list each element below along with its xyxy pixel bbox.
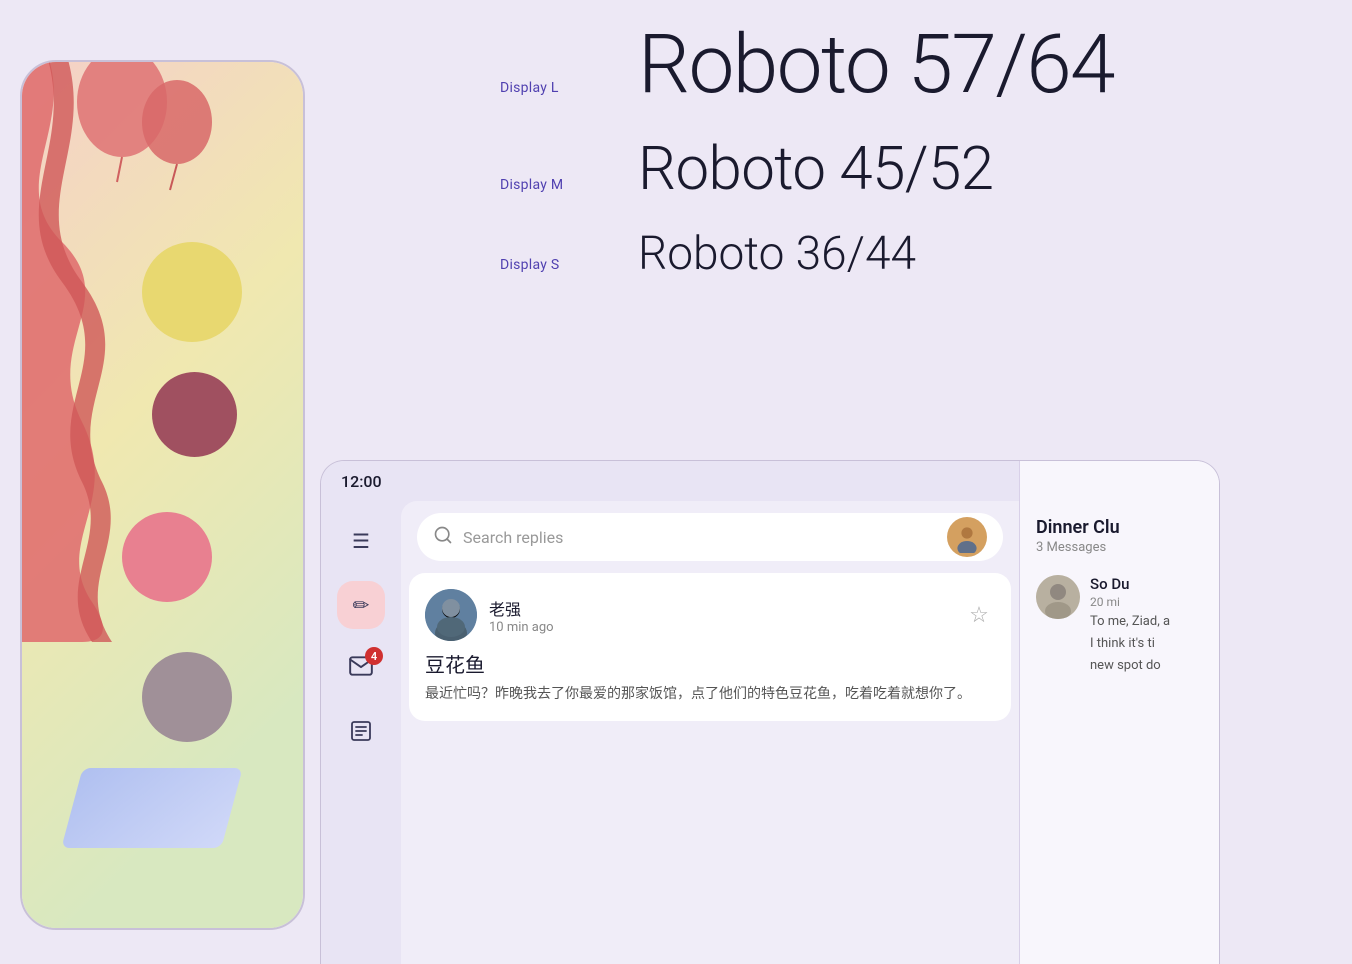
user-avatar xyxy=(947,517,987,557)
app-mockup: 12:00 ☰ ✏ 4 xyxy=(320,460,1220,964)
phone-frame xyxy=(20,60,305,930)
circle-dark-red xyxy=(152,372,237,457)
notes-icon xyxy=(349,719,373,748)
circle-salmon xyxy=(122,512,212,602)
search-placeholder: Search replies xyxy=(463,528,937,547)
right-panel-item: So Du 20 mi To me, Ziad, a I think it's … xyxy=(1020,563,1219,688)
message-title: 豆花鱼 xyxy=(425,649,995,678)
right-panel-header: Dinner Clu 3 Messages xyxy=(1020,501,1219,563)
menu-icon-button[interactable]: ☰ xyxy=(337,517,385,565)
display-s-label: Display S xyxy=(500,257,590,273)
right-panel-subtitle: 3 Messages xyxy=(1036,540,1203,555)
message-header: 老强 10 min ago ☆ xyxy=(425,589,995,641)
content-area: Display L Roboto 57/64 Display M Roboto … xyxy=(320,0,1352,964)
type-row-display-m: Display M Roboto 45/52 xyxy=(500,134,1320,203)
search-bar[interactable]: Search replies xyxy=(417,513,1003,561)
inbox-badge: 4 xyxy=(365,647,383,665)
circle-yellow xyxy=(142,242,242,342)
right-item-time: 20 mi xyxy=(1090,595,1203,609)
contact-name: 老强 xyxy=(489,596,951,620)
display-l-text: Roboto 57/64 xyxy=(638,20,1114,110)
right-panel-title: Dinner Clu xyxy=(1036,517,1203,538)
contact-info: 老强 10 min ago xyxy=(489,596,951,635)
app-main-panel: Search replies xyxy=(401,501,1019,964)
search-icon xyxy=(433,525,453,550)
right-contact-avatar xyxy=(1036,575,1080,619)
app-right-panel: Dinner Clu 3 Messages So Du 20 mi To me,… xyxy=(1019,461,1219,964)
hamburger-icon: ☰ xyxy=(352,529,370,553)
display-m-text: Roboto 45/52 xyxy=(638,134,993,203)
right-item-content: So Du 20 mi To me, Ziad, a I think it's … xyxy=(1090,575,1203,676)
app-sidebar: ☰ ✏ 4 xyxy=(321,501,401,964)
typography-section: Display L Roboto 57/64 Display M Roboto … xyxy=(500,20,1320,306)
message-card[interactable]: 老强 10 min ago ☆ 豆花鱼 最近忙吗？昨晚我去了你最爱的那家饭馆，点… xyxy=(409,573,1011,721)
type-row-display-s: Display S Roboto 36/44 xyxy=(500,227,1320,282)
display-m-label: Display M xyxy=(500,177,590,193)
status-time: 12:00 xyxy=(341,472,382,491)
contact-avatar xyxy=(425,589,477,641)
phone-illustration xyxy=(0,0,320,964)
circle-gray xyxy=(142,652,232,742)
type-row-display-l: Display L Roboto 57/64 xyxy=(500,20,1320,110)
display-l-label: Display L xyxy=(500,80,590,96)
message-time: 10 min ago xyxy=(489,620,951,635)
right-item-text-1: To me, Ziad, a xyxy=(1090,613,1203,631)
inbox-button[interactable]: 4 xyxy=(337,645,385,693)
pencil-icon: ✏ xyxy=(353,593,370,617)
message-preview: 最近忙吗？昨晚我去了你最爱的那家饭馆，点了他们的特色豆花鱼，吃着吃着就想你了。 xyxy=(425,684,995,705)
display-s-text: Roboto 36/44 xyxy=(638,227,916,282)
notes-button[interactable] xyxy=(337,709,385,757)
right-item-name: So Du xyxy=(1090,575,1203,593)
right-item-text-2: I think it's ti xyxy=(1090,635,1203,653)
shape-container xyxy=(22,62,303,928)
compose-fab-button[interactable]: ✏ xyxy=(337,581,385,629)
right-item-text-3: new spot do xyxy=(1090,657,1203,675)
star-button[interactable]: ☆ xyxy=(963,599,995,631)
parallelogram-shape xyxy=(61,768,242,848)
